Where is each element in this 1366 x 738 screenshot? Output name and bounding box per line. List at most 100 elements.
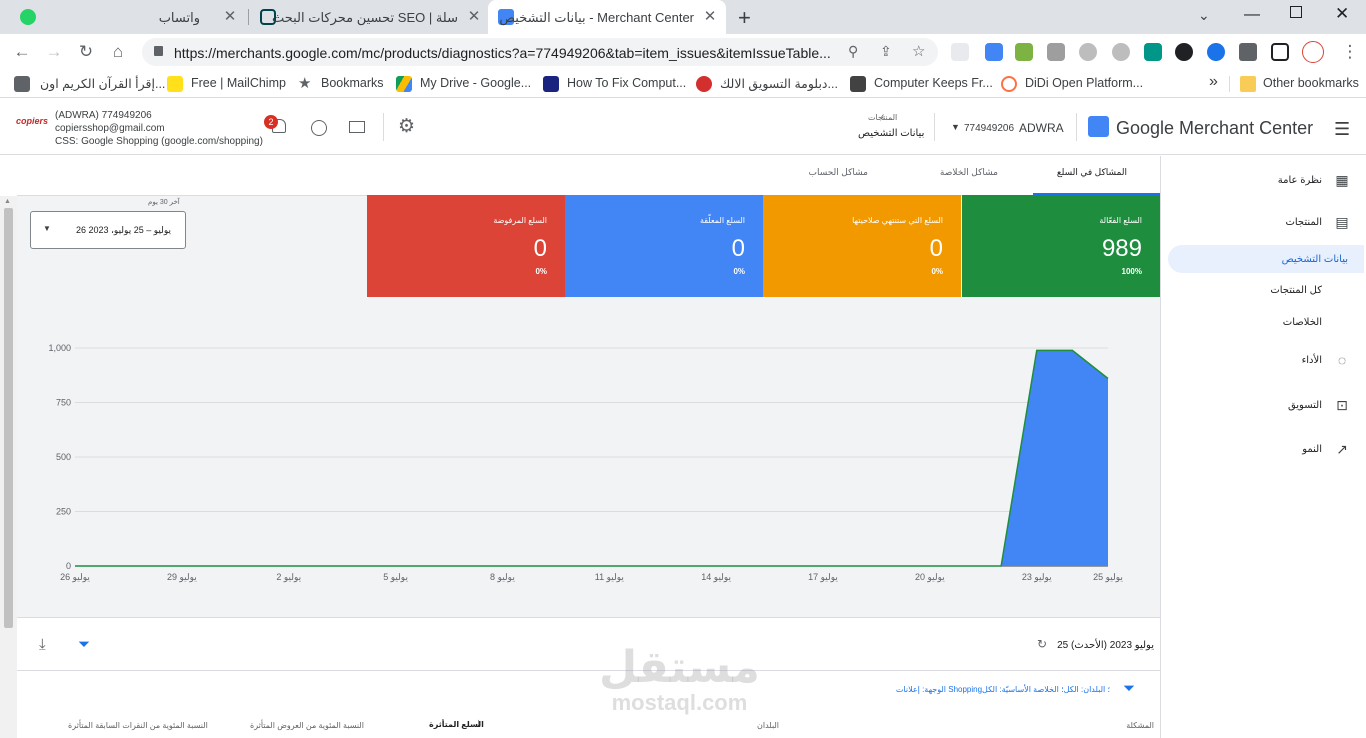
y-tick-label: 1,000 (48, 343, 71, 353)
main-content: المشاكل في السلع مشاكل الخلاصة مشاكل الح… (17, 156, 1160, 738)
extension-cart-icon[interactable] (1015, 43, 1033, 61)
extension-snapchat-icon[interactable] (1175, 43, 1193, 61)
minimize-icon[interactable]: — (1244, 6, 1260, 24)
sidebar-item-overview[interactable]: ▦ نظرة عامة (1160, 166, 1366, 194)
browser-tab-merchant-center[interactable]: بيانات التشخيص - Merchant Center ✕ (488, 0, 726, 34)
close-window-icon[interactable]: ✕ (1335, 4, 1349, 24)
mail-icon[interactable] (349, 121, 365, 133)
app-header: copiers (ADWRA) 774949206 copiersshop@gm… (0, 99, 1366, 155)
card-active-items[interactable]: السلع الفعّالة 989 100% (962, 195, 1160, 297)
search-icon[interactable]: ⚲ (848, 43, 858, 60)
extension-shield-icon[interactable] (1144, 43, 1162, 61)
share-icon[interactable]: ⇪ (880, 43, 892, 60)
bookmark-star-icon[interactable]: ☆ (912, 42, 925, 60)
sidebar-item-diagnostics[interactable]: بيانات التشخيص (1168, 245, 1364, 273)
bookmarks-overflow[interactable]: » (1209, 73, 1218, 91)
bookmark-fix-computer[interactable]: How To Fix Comput... (567, 76, 686, 90)
folder-icon (1240, 76, 1256, 92)
date-range-caption: آخر 30 يوم (148, 199, 180, 206)
new-tab-button[interactable]: + (738, 5, 751, 31)
active-filters[interactable]: الوجهة: إعلانات Shopping؛ البلدان: الكل؛… (896, 685, 1110, 694)
back-icon[interactable]: ← (12, 42, 32, 62)
last-updated: 25 يوليو 2023 (الأحدث) (1057, 640, 1154, 651)
extension-k-icon[interactable] (1112, 43, 1130, 61)
close-icon[interactable]: ✕ (222, 9, 238, 25)
column-header-impressions-pct[interactable]: النسبة المئوية من العروض المتأثرة (250, 721, 364, 730)
tab-search-icon[interactable]: ⌄ (1198, 7, 1210, 24)
apps-icon[interactable] (14, 76, 30, 92)
bookmark-diploma[interactable]: دبلومة التسويق الالك... (720, 76, 838, 91)
column-header-issue[interactable]: المشكلة (1126, 721, 1154, 730)
notification-badge: 2 (264, 115, 278, 129)
forward-icon[interactable]: → (44, 42, 64, 62)
account-id[interactable]: 774949206 (964, 123, 1014, 134)
status-chart-svg: 0 250 500 750 1,000 26 يوليو 29 يوليو 2 يوليو 5 … (48, 343, 1123, 583)
sort-arrow-icon[interactable]: ↓ (476, 717, 482, 729)
extension-eye-icon[interactable] (1207, 43, 1225, 61)
sidebar-item-performance[interactable]: ◌ الأداء (1160, 346, 1366, 374)
close-icon[interactable]: ✕ (466, 9, 482, 25)
table-filter-icon[interactable]: ⏷ (1123, 680, 1135, 697)
sidebar-item-growth[interactable]: ↗ النمو (1160, 435, 1366, 463)
scroll-up-arrow[interactable]: ▲ (4, 198, 11, 205)
restore-icon[interactable] (1290, 6, 1302, 18)
hamburger-menu-icon[interactable]: ☰ (1334, 119, 1350, 140)
card-expiring-items[interactable]: السلع التي ستنتهي صلاحيتها 0 0% (763, 195, 961, 297)
profile-avatar[interactable] (1302, 41, 1324, 63)
bookmark-drive[interactable]: My Drive - Google... (420, 76, 531, 90)
home-icon[interactable]: ⌂ (108, 42, 128, 62)
sidebar-item-feeds[interactable]: الخلاصات (1160, 308, 1366, 336)
extension-code-icon[interactable] (1047, 43, 1065, 61)
divider (17, 670, 1160, 671)
account-dropdown-arrow-icon[interactable]: ▼ (951, 122, 960, 132)
settings-gear-icon[interactable]: ⚙ (398, 115, 415, 138)
bookmark-mailchimp[interactable]: Free | MailChimp (191, 76, 286, 90)
x-tick-label: 8 يوليو (490, 572, 515, 583)
other-bookmarks[interactable]: Other bookmarks (1263, 76, 1359, 90)
user-email: copiersshop@gmail.com (55, 123, 165, 134)
card-rejected-items[interactable]: السلع المرفوضة 0 0% (367, 195, 565, 297)
download-icon[interactable]: ⤓ (39, 636, 46, 653)
refresh-icon[interactable]: ↻ (1037, 637, 1047, 651)
bookmark-bookmarks[interactable]: Bookmarks (321, 76, 384, 90)
scrollbar[interactable]: ▲ (0, 196, 17, 738)
browser-tab-whatsapp[interactable]: واتساب ✕ (10, 0, 244, 34)
series-area (75, 350, 1108, 566)
extension-recycle-icon[interactable] (951, 43, 969, 61)
column-header-clicks-pct[interactable]: النسبة المئوية من النقرات السابقة المتأث… (68, 721, 208, 730)
dashboard-icon: ▦ (1335, 172, 1349, 188)
side-panel-icon[interactable] (1271, 43, 1289, 61)
reload-icon[interactable]: ↻ (76, 42, 96, 62)
card-pending-items[interactable]: السلع المعلّقة 0 0% (565, 195, 763, 297)
filter-icon[interactable]: ⏷ (78, 636, 90, 653)
bookmark-quran[interactable]: إقرأ القرآن الكريم اون... (40, 76, 165, 91)
y-tick-label: 250 (56, 507, 71, 517)
bookmark-didi[interactable]: DiDi Open Platform... (1025, 76, 1143, 90)
x-tick-label: 14 يوليو (701, 572, 731, 583)
tab-feed-issues[interactable]: مشاكل الخلاصة (940, 167, 998, 178)
more-menu-icon[interactable]: ⋮ (1340, 42, 1360, 62)
bookmark-site-icon (850, 76, 866, 92)
extension-translate-icon[interactable] (985, 43, 1003, 61)
divider (383, 113, 384, 141)
extension-link-icon[interactable] (1079, 43, 1097, 61)
sidebar-item-products[interactable]: ▤ المنتجات (1160, 208, 1366, 236)
tab-item-issues[interactable]: المشاكل في السلع (1057, 167, 1127, 178)
sidebar-item-marketing[interactable]: ⊡ التسويق (1160, 391, 1366, 419)
browser-tab-salla[interactable]: تحسين محركات البحث SEO | سلة ✕ (252, 0, 486, 34)
dropdown-arrow-icon: ▼ (43, 224, 51, 233)
page-title: بيانات التشخيص (858, 128, 925, 139)
help-icon[interactable] (311, 120, 327, 136)
scrollbar-thumb[interactable] (4, 208, 13, 628)
account-name[interactable]: ADWRA (1019, 121, 1064, 135)
address-bar[interactable]: https://merchants.google.com/mc/products… (142, 38, 938, 66)
issues-table-panel: ⤓ ⏷ 25 يوليو 2023 (الأحدث) ↻ الوجهة: إعل… (17, 617, 1160, 738)
column-header-countries[interactable]: البلدان (757, 721, 779, 730)
sidebar-item-all-products[interactable]: كل المنتجات (1160, 276, 1366, 304)
tab-account-issues[interactable]: مشاكل الحساب (809, 167, 869, 178)
extensions-puzzle-icon[interactable] (1239, 43, 1257, 61)
close-icon[interactable]: ✕ (702, 9, 718, 25)
bookmark-computer-keeps[interactable]: Computer Keeps Fr... (874, 76, 993, 90)
x-tick-label: 23 يوليو (1022, 572, 1052, 583)
date-range-picker[interactable]: ▼ 26 يوليو – 25 يوليو، 2023 (30, 211, 186, 249)
